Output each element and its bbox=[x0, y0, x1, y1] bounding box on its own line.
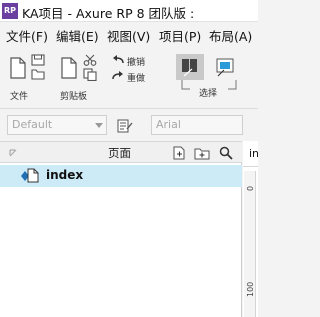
menu-file[interactable]: 文件(F) bbox=[6, 26, 48, 45]
menu-project[interactable]: 项目(P) bbox=[159, 26, 201, 45]
cut-icon[interactable] bbox=[83, 54, 97, 66]
select-contained-icon[interactable] bbox=[214, 56, 236, 78]
clipboard-group-label: 剪贴板 bbox=[60, 92, 88, 102]
undo-label[interactable]: 撤销 bbox=[127, 55, 145, 68]
format-painter-icon[interactable] bbox=[117, 119, 133, 133]
menu-edit[interactable]: 编辑(E) bbox=[56, 26, 99, 45]
axure-app-icon: RP bbox=[2, 3, 18, 19]
menu-view[interactable]: 视图(V) bbox=[107, 26, 150, 45]
add-folder-icon[interactable] bbox=[194, 145, 210, 161]
redo-label[interactable]: 重做 bbox=[127, 71, 145, 84]
ruler-mark-100: 100 bbox=[246, 281, 255, 297]
menu-layout[interactable]: 布局(A) bbox=[209, 26, 252, 45]
paste-icon[interactable] bbox=[60, 57, 78, 79]
select-intersected-icon[interactable] bbox=[176, 54, 204, 80]
add-page-icon[interactable] bbox=[171, 145, 187, 161]
style-dropdown-value: Default bbox=[12, 118, 53, 131]
select-mode-group: 选择 bbox=[176, 54, 242, 99]
pages-panel-title: 页面 bbox=[108, 146, 131, 160]
collapse-arrow-icon[interactable] bbox=[8, 148, 18, 158]
new-file-icon[interactable] bbox=[9, 57, 27, 79]
page-item-label: index bbox=[46, 168, 84, 182]
format-toolbar: Default Arial bbox=[0, 109, 258, 141]
pages-panel: 页面 index bbox=[0, 141, 242, 317]
search-icon[interactable] bbox=[219, 146, 233, 160]
undo-icon[interactable] bbox=[112, 55, 124, 65]
save-icon[interactable] bbox=[31, 54, 45, 66]
redo-icon[interactable] bbox=[112, 71, 124, 81]
canvas-tab-label: in bbox=[249, 147, 258, 160]
select-group-label: 选择 bbox=[199, 89, 218, 99]
vertical-ruler: 0 100 bbox=[244, 171, 256, 317]
menu-bar: 文件(F) 编辑(E) 视图(V) 项目(P) 布局(A) bbox=[0, 23, 258, 45]
canvas-area[interactable]: in 0 100 bbox=[243, 141, 258, 317]
style-dropdown[interactable]: Default bbox=[7, 115, 107, 135]
open-folder-icon[interactable] bbox=[31, 68, 45, 80]
canvas-tab-index[interactable]: in bbox=[243, 141, 258, 167]
window-title: KA项目 - Axure RP 8 团队版 : bbox=[22, 6, 195, 21]
chevron-down-icon bbox=[95, 123, 103, 128]
pages-panel-header: 页面 bbox=[0, 141, 242, 163]
copy-icon[interactable] bbox=[83, 68, 97, 81]
file-group-label: 文件 bbox=[10, 92, 29, 102]
main-toolbar: 文件 剪贴板 撤销 重做 选择 bbox=[0, 46, 258, 108]
page-icon bbox=[27, 168, 39, 183]
font-dropdown[interactable]: Arial bbox=[151, 115, 243, 135]
page-item-index[interactable]: index bbox=[0, 165, 242, 187]
ruler-mark-0: 0 bbox=[246, 185, 255, 191]
title-bar: RP KA项目 - Axure RP 8 团队版 : bbox=[0, 0, 258, 22]
font-dropdown-value: Arial bbox=[156, 118, 181, 131]
